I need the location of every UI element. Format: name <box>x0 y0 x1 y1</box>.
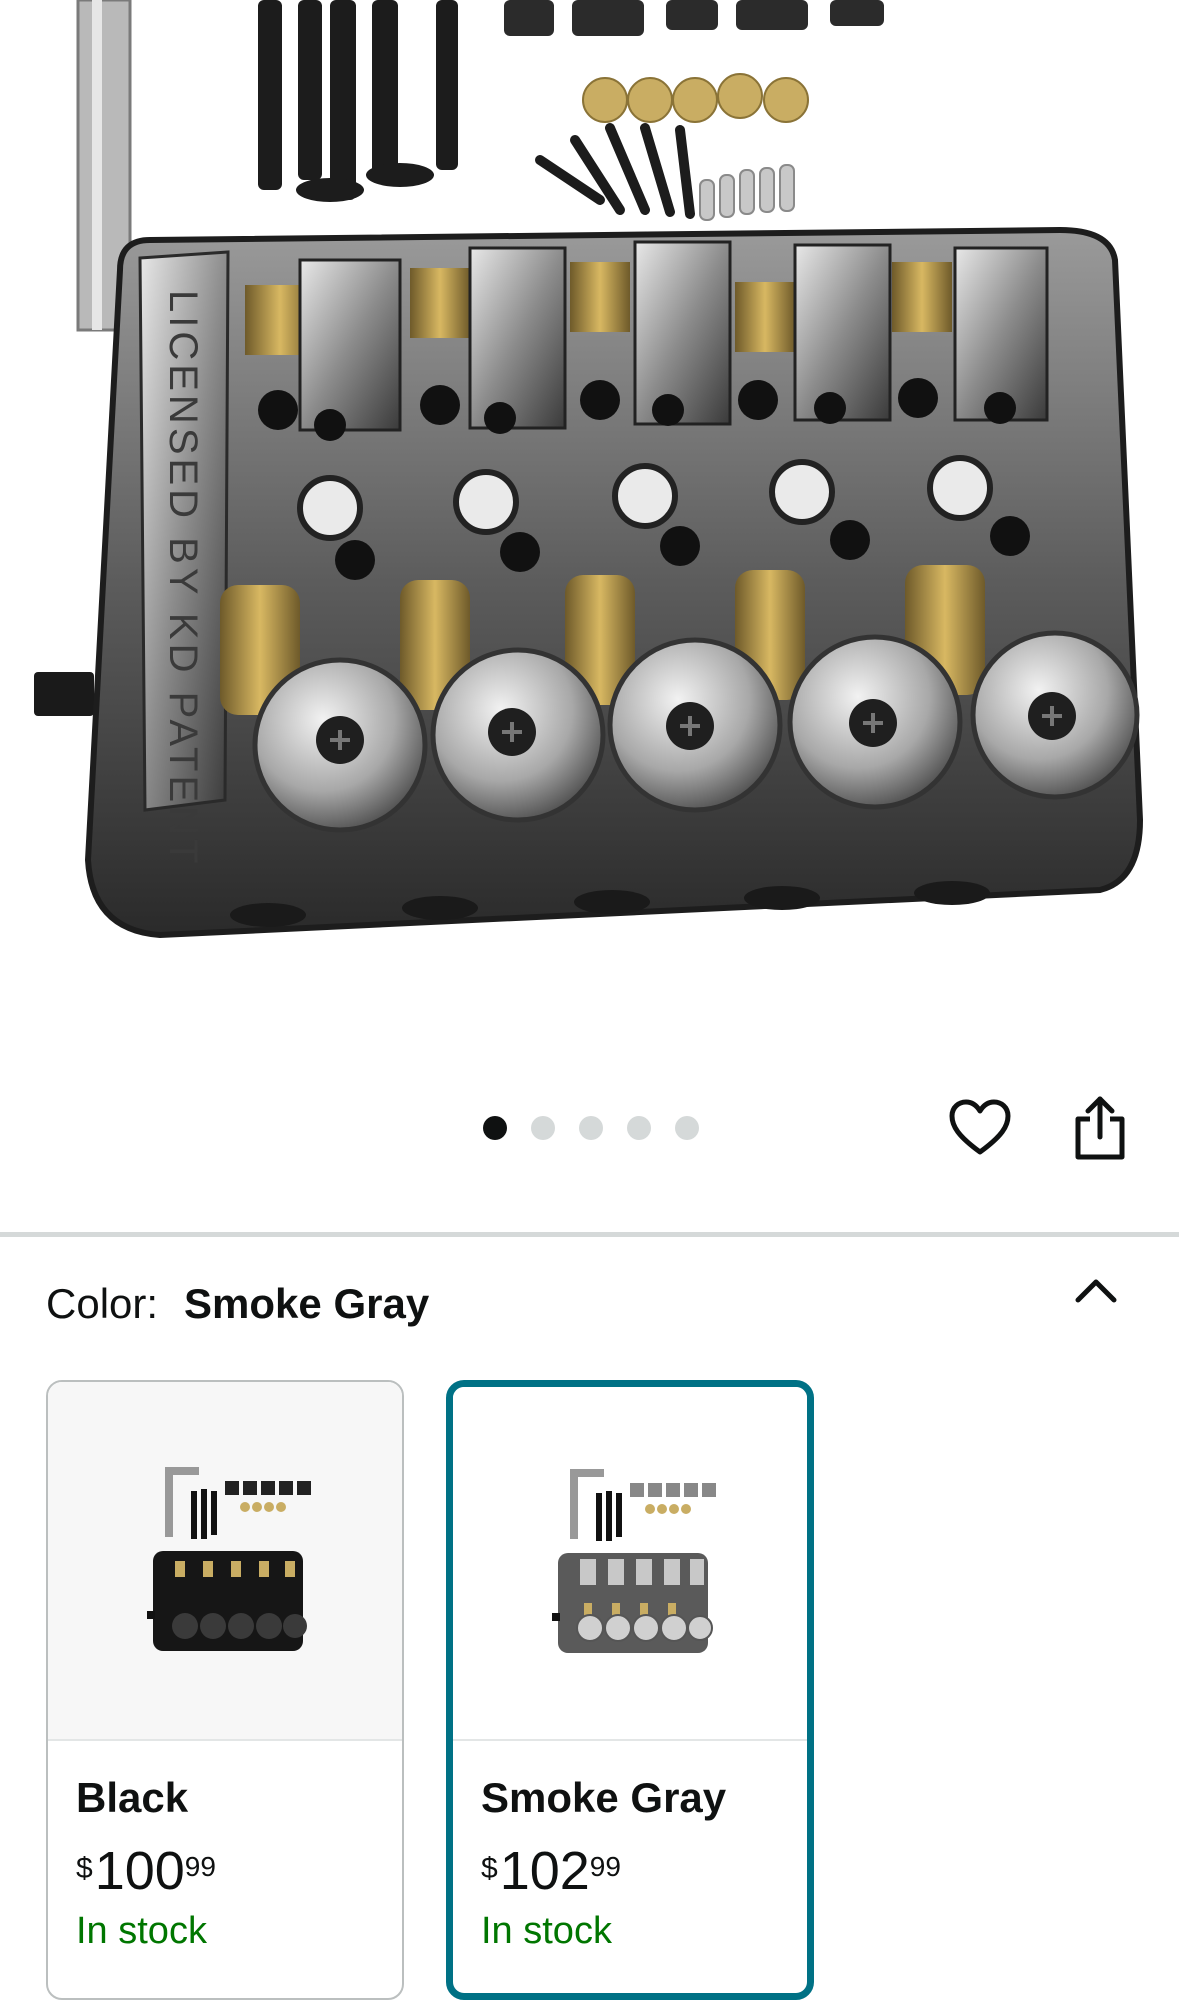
color-option-thumbnail <box>453 1387 807 1741</box>
product-image[interactable]: LICENSED BY KD PATENT <box>0 0 1179 1060</box>
share-button[interactable] <box>1060 1090 1140 1170</box>
price-fraction: 99 <box>184 1851 216 1882</box>
color-option-availability: In stock <box>481 1910 612 1952</box>
color-option-price: $10299 <box>481 1844 621 1898</box>
bridge-black-thumbnail <box>147 1466 311 1651</box>
price-currency: $ <box>481 1852 498 1885</box>
variation-selected-value: Smoke Gray <box>184 1280 430 1327</box>
variation-collapse-button[interactable] <box>1066 1262 1126 1322</box>
chevron-up-icon <box>1074 1276 1118 1309</box>
carousel-dot-5[interactable] <box>675 1116 699 1140</box>
color-option-smoke-gray[interactable]: Smoke Gray $10299 In stock <box>446 1380 814 2000</box>
carousel-dot-2[interactable] <box>531 1116 555 1140</box>
variation-header: Color: Smoke Gray <box>46 1278 429 1330</box>
carousel-dot-3[interactable] <box>579 1116 603 1140</box>
price-currency: $ <box>76 1852 93 1885</box>
color-option-availability: In stock <box>76 1910 207 1952</box>
bridge-smoke-gray-thumbnail <box>552 1469 716 1653</box>
color-option-black[interactable]: Black $10099 In stock <box>46 1380 404 2000</box>
wishlist-button[interactable] <box>940 1090 1020 1170</box>
heart-icon <box>948 1098 1012 1163</box>
share-icon <box>1072 1095 1128 1166</box>
price-fraction: 99 <box>589 1851 621 1882</box>
color-option-name: Smoke Gray <box>481 1774 727 1821</box>
color-option-thumbnail <box>48 1382 402 1741</box>
variation-label: Color: <box>46 1280 159 1327</box>
color-option-name: Black <box>76 1774 189 1821</box>
carousel-dot-1[interactable] <box>483 1116 507 1140</box>
color-option-price: $10099 <box>76 1844 216 1898</box>
carousel-dot-4[interactable] <box>627 1116 651 1140</box>
svg-text:LICENSED BY KD PATENT: LICENSED BY KD PATENT <box>161 290 205 867</box>
section-divider <box>0 1232 1179 1237</box>
price-whole: 100 <box>94 1841 185 1901</box>
price-whole: 102 <box>499 1841 590 1901</box>
